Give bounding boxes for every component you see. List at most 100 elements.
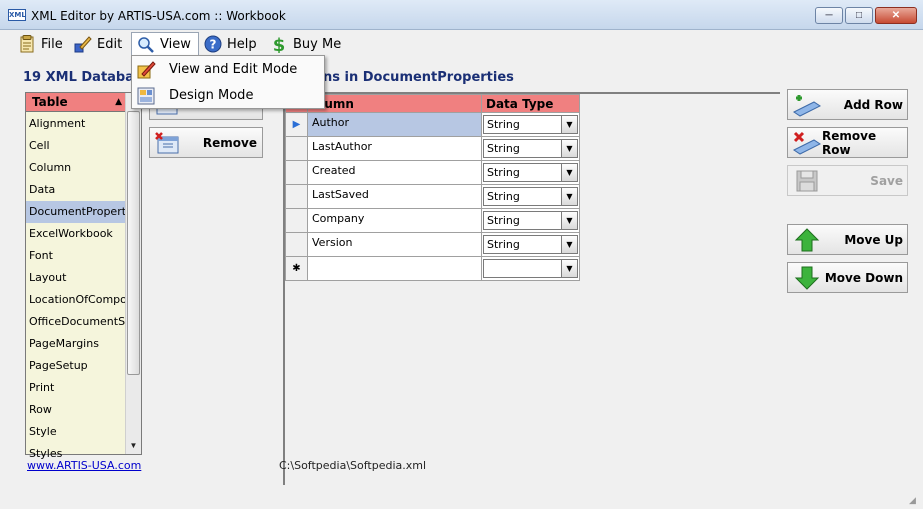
save-button[interactable]: Save bbox=[787, 165, 908, 196]
menu-edit[interactable]: Edit bbox=[74, 32, 122, 56]
grid-row[interactable]: Version String ▼ bbox=[285, 232, 580, 257]
column-name-cell[interactable] bbox=[307, 256, 482, 281]
scroll-thumb[interactable] bbox=[127, 111, 140, 375]
column-name-cell[interactable]: Author bbox=[307, 112, 482, 137]
menu-edit-label: Edit bbox=[97, 36, 123, 52]
add-row-button[interactable]: Add Row bbox=[787, 89, 908, 120]
title-bar: XML XML Editor by ARTIS-USA.com :: Workb… bbox=[0, 0, 923, 30]
file-path-label: C:\Softpedia\Softpedia.xml bbox=[279, 459, 427, 472]
column-name-cell[interactable]: Company bbox=[307, 208, 482, 233]
row-selector[interactable] bbox=[285, 160, 308, 185]
table-list-item[interactable]: Alignment bbox=[26, 113, 126, 135]
grid-row[interactable]: ▶ Author String ▼ bbox=[285, 112, 580, 137]
maximize-button[interactable]: □ bbox=[845, 7, 873, 24]
menu-view-edit-mode[interactable]: View and Edit Mode bbox=[132, 57, 324, 82]
data-type-cell[interactable]: String ▼ bbox=[481, 160, 580, 185]
menu-help[interactable]: ? Help bbox=[204, 32, 257, 56]
data-type-select[interactable]: String ▼ bbox=[483, 115, 578, 134]
data-type-select[interactable]: ▼ bbox=[483, 259, 578, 278]
edit-icon bbox=[74, 35, 92, 53]
table-list-item[interactable]: PageSetup bbox=[26, 355, 126, 377]
minimize-button[interactable]: ─ bbox=[815, 7, 843, 24]
table-list-item[interactable]: Data bbox=[26, 179, 126, 201]
row-selector[interactable] bbox=[285, 232, 308, 257]
table-list-item[interactable]: Style bbox=[26, 421, 126, 443]
save-label: Save bbox=[870, 173, 903, 188]
data-type-value: String bbox=[487, 118, 520, 131]
resize-grip-icon[interactable]: ◢ bbox=[909, 495, 921, 507]
chevron-down-icon[interactable]: ▼ bbox=[561, 188, 577, 205]
row-selector[interactable] bbox=[285, 136, 308, 161]
arrow-down-icon bbox=[792, 265, 822, 291]
menu-buy[interactable]: $ Buy Me bbox=[270, 32, 341, 56]
data-type-cell[interactable]: String ▼ bbox=[481, 232, 580, 257]
table-list-item[interactable]: DocumentProperties bbox=[26, 201, 126, 223]
column-name-cell[interactable]: Created bbox=[307, 160, 482, 185]
grid-row[interactable]: LastSaved String ▼ bbox=[285, 184, 580, 209]
grid-new-row[interactable]: ✱ ▼ bbox=[285, 256, 580, 281]
view-icon bbox=[137, 36, 155, 54]
design-mode-icon bbox=[137, 87, 155, 104]
grid-row[interactable]: Company String ▼ bbox=[285, 208, 580, 233]
data-type-select[interactable]: String ▼ bbox=[483, 187, 578, 206]
chevron-down-icon[interactable]: ▼ bbox=[561, 140, 577, 157]
dollar-icon: $ bbox=[270, 35, 288, 53]
row-selector[interactable]: ▶ bbox=[285, 112, 308, 137]
table-list-item[interactable]: Font bbox=[26, 245, 126, 267]
svg-text:$: $ bbox=[273, 35, 286, 53]
row-selector[interactable] bbox=[285, 184, 308, 209]
chevron-down-icon[interactable]: ▼ bbox=[561, 260, 577, 277]
table-list-item[interactable]: ExcelWorkbook bbox=[26, 223, 126, 245]
columns-grid[interactable]: olumn Data Type ▶ Author String ▼ LastAuthor… bbox=[283, 92, 780, 485]
remove-table-button[interactable]: Remove bbox=[149, 127, 263, 158]
chevron-down-icon[interactable]: ▼ bbox=[561, 236, 577, 253]
table-list-item[interactable]: Layout bbox=[26, 267, 126, 289]
arrow-up-icon bbox=[792, 227, 822, 253]
column-header-column[interactable]: olumn bbox=[307, 94, 482, 113]
table-list[interactable]: Table ▲ Alignment Cell Column Data DocumentP… bbox=[25, 92, 142, 460]
chevron-down-icon[interactable]: ▼ bbox=[561, 164, 577, 181]
column-name-cell[interactable]: LastSaved bbox=[307, 184, 482, 209]
chevron-down-icon[interactable]: ▼ bbox=[561, 212, 577, 229]
menu-view[interactable]: View bbox=[131, 32, 199, 56]
table-list-item[interactable]: Print bbox=[26, 377, 126, 399]
move-down-button[interactable]: Move Down bbox=[787, 262, 908, 293]
table-list-item[interactable]: OfficeDocumentSet bbox=[26, 311, 126, 333]
data-type-cell[interactable]: String ▼ bbox=[481, 112, 580, 137]
scroll-down-icon[interactable]: ▼ bbox=[126, 438, 141, 454]
menu-design-mode[interactable]: Design Mode bbox=[132, 83, 324, 108]
data-type-select[interactable]: String ▼ bbox=[483, 163, 578, 182]
menu-help-label: Help bbox=[227, 36, 257, 52]
grid-row[interactable]: LastAuthor String ▼ bbox=[285, 136, 580, 161]
column-name-cell[interactable]: Version bbox=[307, 232, 482, 257]
data-type-value: String bbox=[487, 190, 520, 203]
data-type-cell[interactable]: ▼ bbox=[481, 256, 580, 281]
table-list-item[interactable]: Row bbox=[26, 399, 126, 421]
table-list-item[interactable]: LocationOfCompone bbox=[26, 289, 126, 311]
data-type-select[interactable]: String ▼ bbox=[483, 139, 578, 158]
table-list-header[interactable]: Table ▲ bbox=[26, 93, 126, 112]
menu-file[interactable]: File bbox=[18, 32, 63, 56]
help-icon: ? bbox=[204, 35, 222, 53]
row-selector[interactable] bbox=[285, 208, 308, 233]
grid-row[interactable]: Created String ▼ bbox=[285, 160, 580, 185]
data-type-cell[interactable]: String ▼ bbox=[481, 136, 580, 161]
close-button[interactable]: ✕ bbox=[875, 7, 917, 24]
column-name-cell[interactable]: LastAuthor bbox=[307, 136, 482, 161]
chevron-down-icon[interactable]: ▼ bbox=[561, 116, 577, 133]
data-type-cell[interactable]: String ▼ bbox=[481, 184, 580, 209]
data-type-select[interactable]: String ▼ bbox=[483, 211, 578, 230]
data-type-select[interactable]: String ▼ bbox=[483, 235, 578, 254]
website-link[interactable]: www.ARTIS-USA.com bbox=[27, 459, 141, 472]
table-list-item[interactable]: Column bbox=[26, 157, 126, 179]
table-list-item[interactable]: Cell bbox=[26, 135, 126, 157]
view-dropdown-menu: View and Edit Mode Design Mode bbox=[131, 55, 325, 109]
move-up-button[interactable]: Move Up bbox=[787, 224, 908, 255]
column-header-data-type[interactable]: Data Type bbox=[481, 94, 580, 113]
remove-row-label: Remove Row bbox=[822, 128, 877, 157]
table-list-scrollbar[interactable]: ▲ ▼ bbox=[125, 93, 141, 454]
table-list-item[interactable]: PageMargins bbox=[26, 333, 126, 355]
data-type-cell[interactable]: String ▼ bbox=[481, 208, 580, 233]
add-row-icon bbox=[792, 92, 822, 118]
remove-row-button[interactable]: Remove Row bbox=[787, 127, 908, 158]
